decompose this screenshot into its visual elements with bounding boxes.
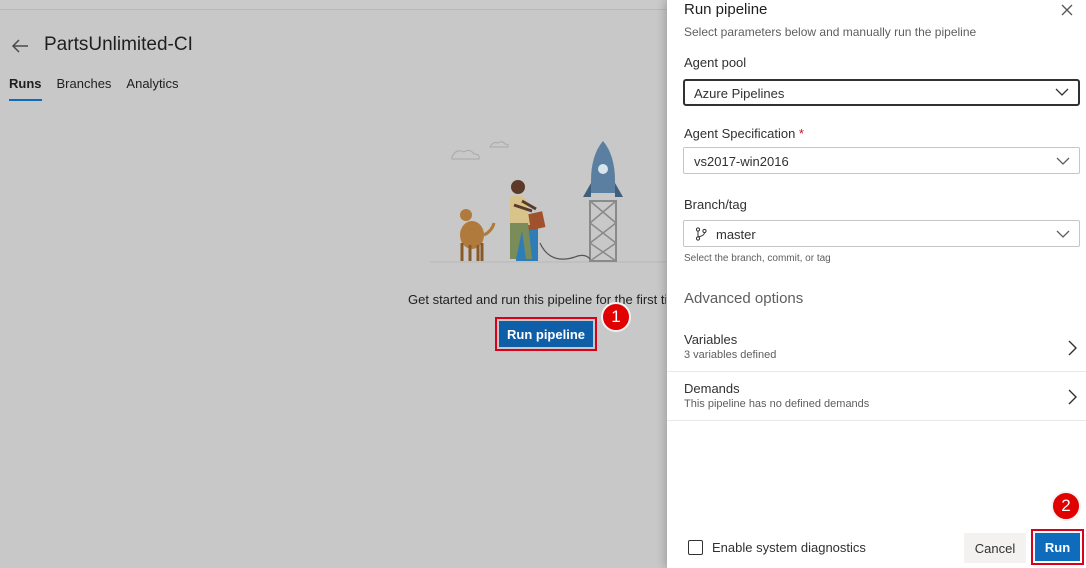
cancel-button[interactable]: Cancel [964, 533, 1026, 563]
agent-spec-label: Agent Specification * [684, 126, 804, 141]
agent-pool-dropdown[interactable]: Azure Pipelines [683, 79, 1080, 106]
tab-runs[interactable]: Runs [9, 76, 42, 101]
chevron-down-icon [1056, 157, 1070, 165]
step-2-badge: 2 [1051, 491, 1081, 521]
page-title: PartsUnlimited-CI [44, 34, 193, 55]
required-mark: * [798, 126, 804, 141]
empty-state-message: Get started and run this pipeline for th… [408, 292, 666, 307]
agent-spec-dropdown[interactable]: vs2017-win2016 [683, 147, 1080, 174]
rocket-launch-illustration [430, 141, 666, 263]
demands-row[interactable]: Demands This pipeline has no defined dem… [667, 381, 1086, 429]
chevron-right-icon [1068, 340, 1077, 356]
run-pipeline-button[interactable]: Run pipeline [499, 321, 593, 347]
system-diagnostics-label: Enable system diagnostics [712, 540, 866, 555]
branch-label: Branch/tag [684, 197, 747, 212]
top-bar [0, 0, 666, 10]
tab-branches[interactable]: Branches [57, 76, 112, 101]
run-pipeline-panel: Run pipeline Select parameters below and… [667, 0, 1086, 568]
run-button-highlight: Run [1031, 529, 1084, 565]
system-diagnostics-checkbox[interactable] [688, 540, 703, 555]
chevron-right-icon [1068, 389, 1077, 405]
variables-subtitle: 3 variables defined [684, 349, 777, 361]
variables-row[interactable]: Variables 3 variables defined [667, 332, 1086, 380]
tab-analytics[interactable]: Analytics [126, 76, 178, 101]
run-button[interactable]: Run [1035, 533, 1080, 561]
branch-value: master [716, 227, 756, 242]
demands-title: Demands [684, 381, 740, 396]
row-divider [667, 420, 1086, 421]
row-divider [667, 371, 1086, 372]
panel-title: Run pipeline [684, 1, 768, 18]
close-icon[interactable] [1059, 2, 1075, 18]
panel-subtitle: Select parameters below and manually run… [684, 25, 977, 39]
step-1-badge: 1 [601, 302, 631, 332]
agent-spec-value: vs2017-win2016 [694, 154, 789, 169]
advanced-options-title: Advanced options [684, 290, 804, 307]
branch-icon [695, 227, 707, 241]
demands-subtitle: This pipeline has no defined demands [684, 398, 870, 410]
variables-title: Variables [684, 332, 738, 347]
chevron-down-icon [1056, 230, 1070, 238]
pipeline-tabs: Runs Branches Analytics [9, 76, 193, 101]
branch-dropdown[interactable]: master [683, 220, 1080, 247]
agent-pool-label: Agent pool [684, 55, 747, 70]
run-pipeline-highlight: Run pipeline [495, 317, 597, 351]
agent-spec-label-text: Agent Specification [684, 126, 796, 141]
agent-pool-value: Azure Pipelines [694, 86, 785, 101]
chevron-down-icon [1055, 88, 1069, 96]
branch-hint: Select the branch, commit, or tag [684, 253, 831, 264]
back-arrow-icon[interactable] [10, 36, 32, 56]
